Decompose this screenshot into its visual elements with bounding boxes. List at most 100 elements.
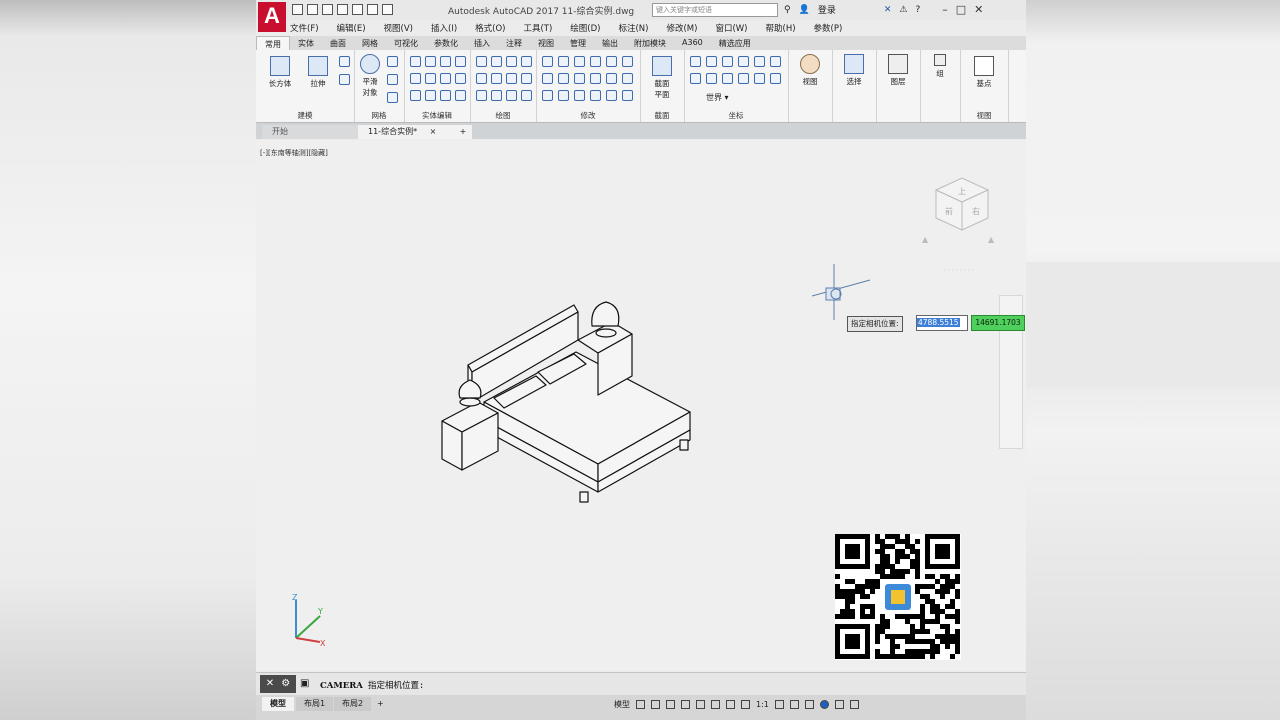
erase-icon[interactable] <box>542 90 553 101</box>
ribbon-tab[interactable]: A360 <box>674 36 711 50</box>
drawing-viewport[interactable]: [-][东南等轴测][隐藏] 上 前 右 ▲ ▲ 指定相机位置: 4788.55… <box>256 140 1026 671</box>
imprint-icon[interactable] <box>455 73 466 84</box>
maximize-icon[interactable]: □ <box>956 3 966 16</box>
model-space-label[interactable]: 模型 <box>614 699 630 710</box>
array-icon[interactable] <box>622 73 633 84</box>
coordinates-panel-label[interactable]: 坐标 <box>684 110 788 121</box>
subtract-icon[interactable] <box>410 73 421 84</box>
save-icon[interactable] <box>322 4 333 15</box>
mirror-icon[interactable] <box>590 73 601 84</box>
new-tab-button[interactable]: + <box>454 125 472 139</box>
draw-panel-label[interactable]: 绘图 <box>470 110 536 121</box>
copy-icon[interactable] <box>574 73 585 84</box>
transparency-icon[interactable] <box>726 700 735 709</box>
more-modify-2-icon[interactable] <box>622 90 633 101</box>
menu-item[interactable]: 绘图(D) <box>570 20 600 35</box>
menu-item[interactable]: 标注(N) <box>618 20 648 35</box>
spline-icon[interactable] <box>476 56 487 67</box>
union-icon[interactable] <box>410 56 421 67</box>
ribbon-tab[interactable]: 曲面 <box>322 36 354 50</box>
undo-icon[interactable] <box>367 4 378 15</box>
fillet-icon[interactable] <box>606 73 617 84</box>
menu-item[interactable]: 视图(V) <box>384 20 413 35</box>
tab-start[interactable]: 开始 <box>262 125 362 139</box>
move-icon[interactable] <box>574 56 585 67</box>
array-rect-icon[interactable] <box>574 90 585 101</box>
separate-icon[interactable] <box>455 56 466 67</box>
close-command-line-icon[interactable]: ✕ <box>266 678 274 689</box>
camera-y-input[interactable]: 14691.1703 <box>971 315 1025 331</box>
mesh-crease-icon[interactable] <box>387 92 398 103</box>
print-icon[interactable] <box>352 4 363 15</box>
application-menu-button[interactable]: A <box>258 2 286 32</box>
ortho-icon[interactable] <box>666 700 675 709</box>
solid-edit-panel-label[interactable]: 实体编辑 <box>404 110 470 121</box>
close-tab-icon[interactable]: × <box>430 127 437 136</box>
lineweight-icon[interactable] <box>711 700 720 709</box>
add-layout-button[interactable]: + <box>374 697 388 711</box>
presspull-icon[interactable] <box>339 56 350 67</box>
a360-icon[interactable]: ⚠ <box>899 5 907 15</box>
new-icon[interactable] <box>292 4 303 15</box>
extract-edges-icon[interactable] <box>440 56 451 67</box>
ucs-object-icon[interactable] <box>722 73 733 84</box>
ucs-y-icon[interactable] <box>738 56 749 67</box>
section-panel-label[interactable]: 截面 <box>640 110 684 121</box>
clean-screen-icon[interactable] <box>834 700 844 709</box>
ucs-face-icon[interactable] <box>738 73 749 84</box>
close-icon[interactable]: ✕ <box>974 3 983 16</box>
annotation-visibility-icon[interactable] <box>741 700 750 709</box>
ucs-world-dropdown[interactable]: 世界 ▾ <box>706 92 729 103</box>
polygon-icon[interactable] <box>476 90 487 101</box>
select-button[interactable]: 选择 <box>840 54 868 87</box>
ribbon-tab[interactable]: 注释 <box>498 36 530 50</box>
rotate-3d-icon[interactable] <box>558 73 569 84</box>
offset-edges-icon[interactable] <box>440 90 451 101</box>
annotation-scale[interactable]: 1:1 <box>756 700 769 709</box>
rectangle-icon[interactable] <box>491 90 502 101</box>
trim-icon[interactable] <box>606 56 617 67</box>
exchange-icon[interactable]: ✕ <box>884 5 892 15</box>
mesh-refine-icon[interactable] <box>387 74 398 85</box>
layout-tab[interactable]: 布局1 <box>296 697 334 711</box>
mesh-panel-label[interactable]: 网格 <box>354 110 404 121</box>
extrude-button[interactable]: 拉伸 <box>302 56 334 89</box>
ribbon-tab[interactable]: 插入 <box>466 36 498 50</box>
ribbon-tab[interactable]: 参数化 <box>426 36 466 50</box>
section-plane-button[interactable]: 截面 平面 <box>646 56 678 100</box>
tab-active-drawing[interactable]: 11-综合实例* × <box>358 125 468 139</box>
menu-item[interactable]: 窗口(W) <box>715 20 747 35</box>
polysolid-icon[interactable] <box>339 74 350 85</box>
command-line[interactable]: ✕ ⚙ ▣ CAMERA 指定相机位置: <box>256 672 1026 695</box>
ribbon-tab[interactable]: 附加模块 <box>626 36 674 50</box>
explode-icon[interactable] <box>590 90 601 101</box>
login-label[interactable]: 登录 <box>818 3 836 16</box>
slice-icon[interactable] <box>440 73 451 84</box>
hatch-icon[interactable] <box>491 56 502 67</box>
view-panel-label[interactable]: 视图 <box>960 110 1008 121</box>
ucs-x-icon[interactable] <box>722 56 733 67</box>
more-draw-icon[interactable] <box>521 56 532 67</box>
view-button[interactable]: 视图 <box>796 54 824 87</box>
ucs-named-icon[interactable] <box>770 73 781 84</box>
menu-item[interactable]: 格式(O) <box>475 20 505 35</box>
stretch-icon[interactable] <box>590 56 601 67</box>
layers-button[interactable]: 图层 <box>884 54 912 87</box>
shell-icon[interactable] <box>425 56 436 67</box>
redo-icon[interactable] <box>382 4 393 15</box>
grid-icon[interactable] <box>636 700 645 709</box>
layout-tab[interactable]: 模型 <box>262 697 294 711</box>
thicken-icon[interactable] <box>425 90 436 101</box>
ucs-origin-icon[interactable] <box>690 73 701 84</box>
modeling-panel-label[interactable]: 建模 <box>256 110 354 121</box>
ribbon-tab[interactable]: 精选应用 <box>711 36 759 50</box>
arc-icon[interactable] <box>506 56 517 67</box>
command-history-icon[interactable]: ▣ <box>300 678 309 689</box>
customization-menu-icon[interactable] <box>849 700 859 709</box>
add-scale-icon[interactable] <box>789 700 799 709</box>
minimize-icon[interactable]: – <box>942 3 948 16</box>
ucs-3point-icon[interactable] <box>706 73 717 84</box>
ucs-view-icon[interactable] <box>770 56 781 67</box>
menu-item[interactable]: 插入(I) <box>431 20 457 35</box>
scale-icon[interactable] <box>542 56 553 67</box>
